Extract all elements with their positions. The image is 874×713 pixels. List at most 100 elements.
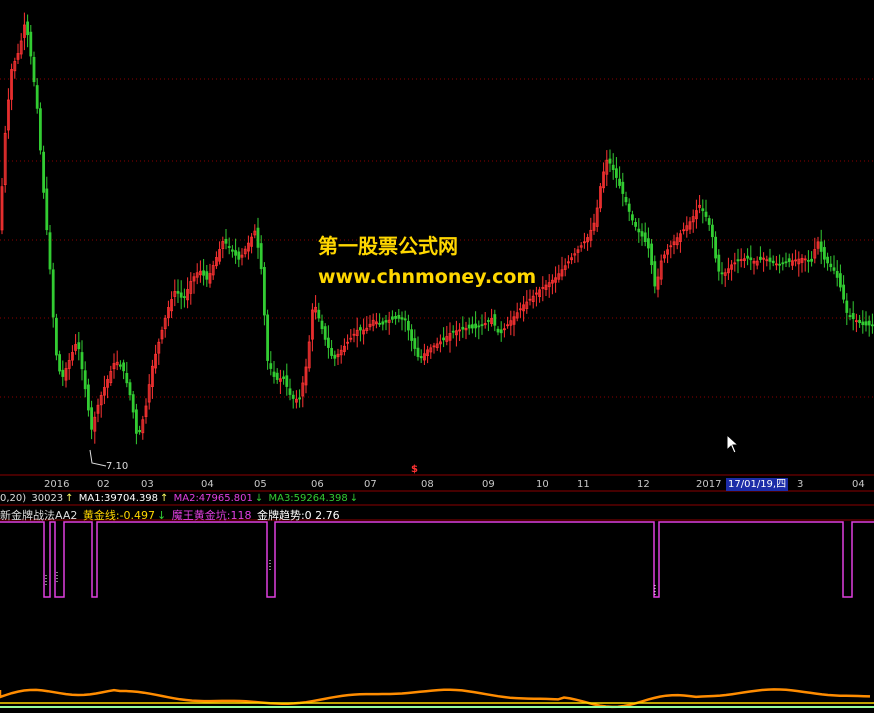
candle-body xyxy=(749,257,753,261)
candle-body xyxy=(378,322,382,325)
candle-body xyxy=(26,21,30,36)
candle-body xyxy=(39,108,42,151)
candle-body xyxy=(768,257,772,262)
candle-body xyxy=(608,158,612,164)
candle-body xyxy=(819,241,823,252)
candle-body xyxy=(131,394,135,413)
candle-body xyxy=(205,271,209,280)
candle-body xyxy=(384,320,388,323)
candle-body xyxy=(861,321,865,326)
candle-body xyxy=(330,348,334,356)
candle-body xyxy=(771,260,775,264)
candle-body xyxy=(202,270,206,276)
candle-body xyxy=(467,324,471,329)
candle-body xyxy=(55,317,58,356)
candle-body xyxy=(266,314,270,361)
candle-body xyxy=(781,262,785,265)
candle-body xyxy=(624,196,628,203)
candle-body xyxy=(474,323,478,329)
indicator-name: 新金牌战法AA2 xyxy=(0,509,78,522)
date-tick: 05 xyxy=(254,479,267,490)
date-tick: 2016 xyxy=(44,479,70,490)
candle-body xyxy=(77,342,81,350)
candle-body xyxy=(125,372,129,384)
candle-body xyxy=(778,263,781,266)
candle-body xyxy=(653,261,657,287)
gold-trend-step-line xyxy=(0,521,874,598)
date-tick: 03 xyxy=(141,479,154,490)
candle-body xyxy=(275,372,279,380)
candle-body xyxy=(282,376,286,379)
candle-body xyxy=(611,164,615,170)
candle-body xyxy=(627,203,631,212)
candle-body xyxy=(42,151,45,193)
candle-body xyxy=(128,382,132,396)
date-tick: 08 xyxy=(421,479,434,490)
signal-marker: $ xyxy=(411,464,418,475)
candle-body xyxy=(61,369,65,377)
watermark-url: www.chnmoney.com xyxy=(318,266,537,288)
candle-body xyxy=(714,236,717,259)
candle-body xyxy=(867,320,871,326)
candle-body xyxy=(234,250,238,256)
candle-body xyxy=(237,251,241,260)
candle-body xyxy=(83,370,87,390)
candle-body xyxy=(442,337,446,341)
candle-body xyxy=(119,364,122,367)
gold-line-arrow: ↓ xyxy=(157,509,167,522)
candle-body xyxy=(650,243,653,266)
date-tick: 04 xyxy=(852,479,865,490)
candle-body xyxy=(45,188,49,231)
ma1-arrow: ↑ xyxy=(160,493,169,504)
candle-body xyxy=(320,320,324,330)
watermark-title: 第一股票公式网 xyxy=(318,234,458,258)
indicator-row: 新金牌战法AA2 黄金线:-0.497 ↓ 魔王黄金坑:118 金牌趋势:0 2.… xyxy=(0,507,342,523)
candle-body xyxy=(87,384,90,411)
candle-body xyxy=(499,329,503,334)
candle-body xyxy=(90,407,93,430)
candle-body xyxy=(835,270,839,278)
candle-body xyxy=(746,255,749,259)
candle-body xyxy=(419,356,423,359)
candle-body xyxy=(486,320,490,322)
candle-body xyxy=(51,269,55,318)
candle-body xyxy=(358,327,362,331)
candle-body xyxy=(477,325,481,328)
candle-body xyxy=(333,354,337,359)
candle-body xyxy=(262,267,266,316)
volume-value: 30023 xyxy=(31,493,64,504)
candle-body xyxy=(858,319,861,324)
date-tick: 07 xyxy=(364,479,377,490)
candle-body xyxy=(637,228,641,233)
date-tick: 10 xyxy=(536,479,549,490)
candle-body xyxy=(413,338,417,349)
candle-body xyxy=(80,352,84,370)
candle-body xyxy=(269,363,273,369)
date-tick: 12 xyxy=(637,479,650,490)
ma2-value: MA2:47965.801 xyxy=(173,493,253,504)
candle-body xyxy=(326,337,330,348)
candle-body xyxy=(832,267,836,271)
candle-body xyxy=(406,320,410,331)
candle-body xyxy=(381,321,385,325)
candle-body xyxy=(704,211,708,217)
candle-body xyxy=(416,347,420,357)
ma3-arrow: ↓ xyxy=(349,493,359,504)
low-price-pointer xyxy=(89,449,107,467)
candle-body xyxy=(787,258,791,262)
chart-svg xyxy=(0,12,874,709)
candle-body xyxy=(842,284,845,300)
candle-body xyxy=(397,314,401,319)
candle-body xyxy=(461,326,465,330)
candle-body xyxy=(390,316,394,320)
candle-body xyxy=(823,247,826,260)
candle-body xyxy=(32,56,36,83)
candle-body xyxy=(259,243,263,270)
candle-body xyxy=(179,292,183,298)
candle-body xyxy=(403,318,407,321)
candle-body xyxy=(634,221,637,227)
candle-body xyxy=(48,232,52,270)
candle-body xyxy=(829,263,833,268)
volume-arrow: ↑ xyxy=(65,493,74,504)
candle-body xyxy=(224,238,228,244)
